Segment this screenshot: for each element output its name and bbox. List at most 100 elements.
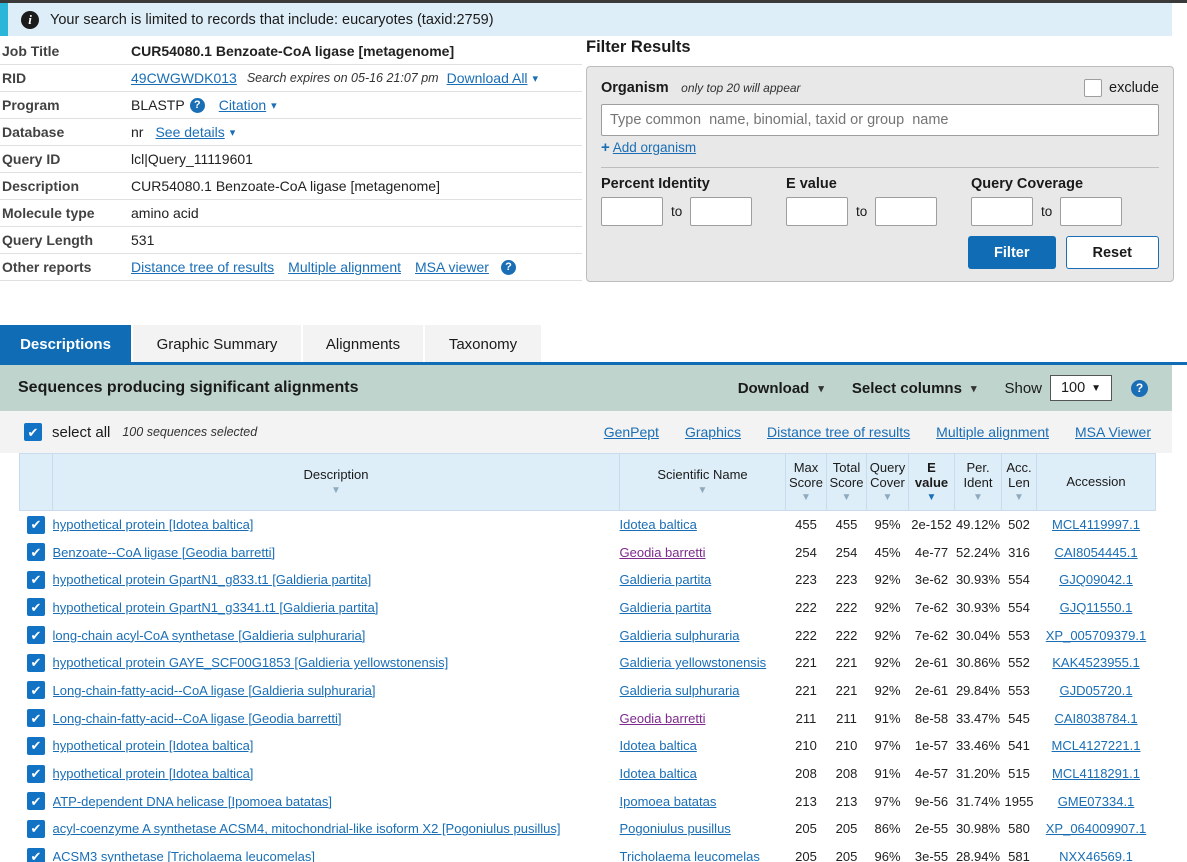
chevron-down-icon[interactable]: ▾ <box>230 126 236 139</box>
row-checkbox-cell[interactable] <box>20 594 53 622</box>
row-scientific-name-link[interactable]: Galdieria partita <box>620 600 712 615</box>
row-checkbox-cell[interactable] <box>20 677 53 705</box>
row-checkbox-cell[interactable] <box>20 621 53 649</box>
tab-taxonomy[interactable]: Taxonomy <box>425 325 543 364</box>
th-per-ident[interactable]: Per. Ident ▼ <box>954 453 1002 511</box>
row-checkbox[interactable] <box>27 626 45 645</box>
row-accession-link[interactable]: GJQ09042.1 <box>1059 572 1133 587</box>
download-all-link[interactable]: Download All <box>447 70 528 86</box>
row-accession-link[interactable]: GME07334.1 <box>1058 794 1135 809</box>
row-accession-link[interactable]: XP_064009907.1 <box>1046 821 1146 836</box>
th-accession[interactable]: Accession <box>1036 453 1156 511</box>
percent-identity-from-input[interactable] <box>601 197 663 226</box>
add-organism-link[interactable]: Add organism <box>613 140 696 155</box>
row-checkbox[interactable] <box>27 598 45 617</box>
th-max-score[interactable]: Max Score ▼ <box>785 453 827 511</box>
row-description-link[interactable]: long-chain acyl-CoA synthetase [Galdieri… <box>53 628 366 643</box>
row-checkbox[interactable] <box>27 570 45 589</box>
row-description-link[interactable]: hypothetical protein GAYE_SCF00G1853 [Ga… <box>53 655 449 670</box>
citation-link[interactable]: Citation <box>219 97 266 113</box>
tab-descriptions[interactable]: Descriptions <box>0 325 133 364</box>
row-scientific-name-link[interactable]: Geodia barretti <box>620 711 706 726</box>
tab-graphic-summary[interactable]: Graphic Summary <box>133 325 303 364</box>
percent-identity-to-input[interactable] <box>690 197 753 226</box>
filter-button[interactable]: Filter <box>968 236 1056 269</box>
row-checkbox[interactable] <box>27 764 45 783</box>
msa-viewer-link[interactable]: MSA viewer <box>415 259 489 275</box>
row-checkbox-cell[interactable] <box>20 760 53 788</box>
exclude-group[interactable]: exclude <box>1084 79 1159 97</box>
row-accession-link[interactable]: CAI8038784.1 <box>1054 711 1137 726</box>
row-checkbox[interactable] <box>27 653 45 672</box>
row-accession-link[interactable]: MCL4127221.1 <box>1052 738 1141 753</box>
row-description-link[interactable]: hypothetical protein [Idotea baltica] <box>53 517 254 532</box>
select-all-checkbox[interactable] <box>24 423 42 441</box>
row-scientific-name-link[interactable]: Pogoniulus pusillus <box>620 821 731 836</box>
rid-link[interactable]: 49CWGWDK013 <box>131 70 237 86</box>
row-accession-link[interactable]: GJQ11550.1 <box>1060 600 1133 615</box>
row-accession-link[interactable]: XP_005709379.1 <box>1046 628 1146 643</box>
row-scientific-name-link[interactable]: Galdieria sulphuraria <box>620 683 740 698</box>
chevron-down-icon[interactable]: ▾ <box>533 72 539 85</box>
row-description-link[interactable]: hypothetical protein GpartN1_g833.t1 [Ga… <box>53 572 372 587</box>
download-menu[interactable]: Download ▾ <box>738 380 824 397</box>
row-description-link[interactable]: ACSM3 synthetase [Tricholaema leucomelas… <box>53 849 316 862</box>
reset-button[interactable]: Reset <box>1065 236 1159 269</box>
tab-alignments[interactable]: Alignments <box>303 325 425 364</box>
row-checkbox-cell[interactable] <box>20 815 53 843</box>
th-acc-len[interactable]: Acc. Len ▼ <box>1001 453 1037 511</box>
row-scientific-name-link[interactable]: Ipomoea batatas <box>620 794 717 809</box>
query-coverage-from-input[interactable] <box>971 197 1033 226</box>
chevron-down-icon[interactable]: ▾ <box>271 99 277 112</box>
row-checkbox-cell[interactable] <box>20 538 53 566</box>
msa-viewer-link-toolbar[interactable]: MSA Viewer <box>1075 424 1151 440</box>
th-total-score[interactable]: Total Score ▼ <box>826 453 867 511</box>
row-description-link[interactable]: hypothetical protein GpartN1_g3341.t1 [G… <box>53 600 379 615</box>
graphics-link[interactable]: Graphics <box>685 424 741 440</box>
row-checkbox[interactable] <box>27 736 45 755</box>
row-description-link[interactable]: Long-chain-fatty-acid--CoA ligase [Geodi… <box>53 711 342 726</box>
evalue-from-input[interactable] <box>786 197 848 226</box>
row-accession-link[interactable]: MCL4118291.1 <box>1052 766 1140 781</box>
row-checkbox[interactable] <box>27 709 45 728</box>
show-count-select[interactable]: 100 ▼ <box>1050 375 1112 401</box>
genpept-link[interactable]: GenPept <box>604 424 659 440</box>
row-checkbox-cell[interactable] <box>20 787 53 815</box>
row-scientific-name-link[interactable]: Galdieria sulphuraria <box>620 628 740 643</box>
row-description-link[interactable]: Long-chain-fatty-acid--CoA ligase [Galdi… <box>53 683 376 698</box>
help-icon-program[interactable]: ? <box>189 97 205 113</box>
row-scientific-name-link[interactable]: Galdieria partita <box>620 572 712 587</box>
row-scientific-name-link[interactable]: Idotea baltica <box>620 738 697 753</box>
row-accession-link[interactable]: NXX46569.1 <box>1059 849 1133 862</box>
row-checkbox[interactable] <box>27 543 45 562</box>
row-checkbox-cell[interactable] <box>20 732 53 760</box>
th-description[interactable]: Description ▼ <box>52 453 620 511</box>
help-icon-other-reports[interactable]: ? <box>500 259 516 275</box>
multiple-alignment-link-toolbar[interactable]: Multiple alignment <box>936 424 1049 440</box>
row-scientific-name-link[interactable]: Idotea baltica <box>620 766 697 781</box>
row-description-link[interactable]: hypothetical protein [Idotea baltica] <box>53 738 254 753</box>
row-checkbox[interactable] <box>27 847 45 862</box>
row-checkbox-cell[interactable] <box>20 649 53 677</box>
query-coverage-to-input[interactable] <box>1060 197 1123 226</box>
row-checkbox-cell[interactable] <box>20 704 53 732</box>
row-checkbox-cell[interactable] <box>20 843 53 862</box>
distance-tree-link[interactable]: Distance tree of results <box>131 259 274 275</box>
th-scientific-name[interactable]: Scientific Name ▼ <box>619 453 786 511</box>
row-description-link[interactable]: Benzoate--CoA ligase [Geodia barretti] <box>53 545 276 560</box>
add-organism-row[interactable]: + Add organism <box>601 139 1159 156</box>
th-e-value[interactable]: E value ▼ <box>908 453 955 511</box>
evalue-to-input[interactable] <box>875 197 938 226</box>
row-checkbox[interactable] <box>27 792 45 811</box>
row-checkbox-cell[interactable] <box>20 566 53 594</box>
row-description-link[interactable]: hypothetical protein [Idotea baltica] <box>53 766 254 781</box>
see-details-link[interactable]: See details <box>155 124 224 140</box>
row-scientific-name-link[interactable]: Tricholaema leucomelas <box>620 849 760 862</box>
row-accession-link[interactable]: GJD05720.1 <box>1060 683 1133 698</box>
row-scientific-name-link[interactable]: Geodia barretti <box>620 545 706 560</box>
row-scientific-name-link[interactable]: Galdieria yellowstonensis <box>620 655 767 670</box>
row-accession-link[interactable]: MCL4119997.1 <box>1052 517 1140 532</box>
row-accession-link[interactable]: KAK4523955.1 <box>1052 655 1139 670</box>
row-checkbox[interactable] <box>27 819 45 838</box>
organism-input[interactable] <box>601 104 1159 136</box>
